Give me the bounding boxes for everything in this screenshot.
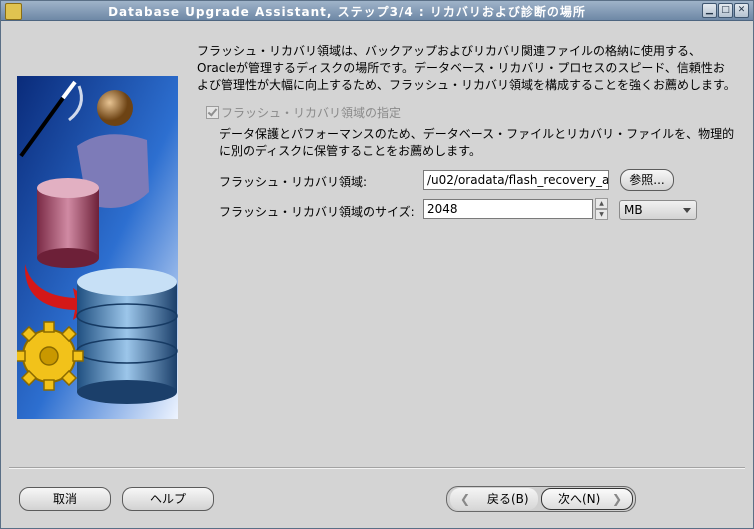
back-button-label: 戻る(B) (487, 492, 529, 506)
intro-text: フラッシュ・リカバリ領域は、バックアップおよびリカバリ関連ファイルの格納に使用す… (197, 43, 747, 94)
flash-size-label: フラッシュ・リカバリ領域のサイズ: (219, 205, 415, 219)
size-unit-select[interactable]: MB (619, 200, 697, 220)
cancel-button[interactable]: 取消 (19, 487, 111, 511)
close-icon[interactable]: ✕ (734, 3, 749, 18)
spin-up-icon[interactable]: ▲ (595, 198, 608, 209)
chevron-left-icon: ❮ (460, 492, 471, 506)
desc-line: データ保護とパフォーマンスのため、データベース・ファイルとリカバリ・ファイルを、… (219, 127, 735, 141)
intro-line: Oracleが管理するディスクの場所です。データベース・リカバリ・プロセスのスピ… (197, 61, 725, 75)
flash-area-label: フラッシュ・リカバリ領域: (219, 175, 368, 189)
checkbox-check-icon[interactable] (206, 106, 219, 119)
browse-button[interactable]: 参照... (620, 169, 674, 191)
navigation-button-group: ❮ 戻る(B) 次へ(N) ❯ (446, 486, 636, 512)
chevron-right-icon: ❯ (611, 492, 622, 506)
size-unit-value: MB (624, 203, 643, 217)
back-button[interactable]: ❮ 戻る(B) (450, 488, 538, 510)
database-pink-icon (37, 178, 99, 268)
dropdown-arrow-icon (683, 208, 691, 213)
checkbox-label: フラッシュ・リカバリ領域の指定 (221, 106, 402, 120)
intro-line: フラッシュ・リカバリ領域は、バックアップおよびリカバリ関連ファイルの格納に使用す… (197, 44, 702, 58)
next-button[interactable]: 次へ(N) ❯ (541, 488, 633, 510)
footer-separator (9, 467, 745, 469)
flash-size-input[interactable]: 2048 (423, 199, 593, 219)
window-title: Database Upgrade Assistant, ステップ3/4 : リカ… (108, 5, 586, 19)
database-blue-icon (76, 268, 178, 404)
help-button[interactable]: ヘルプ (122, 487, 214, 511)
desc-line: に別のディスクに保管することをお薦めします。 (219, 144, 481, 158)
dialog-window: Database Upgrade Assistant, ステップ3/4 : リカ… (0, 0, 754, 529)
next-button-label: 次へ(N) (558, 492, 601, 506)
size-spinner[interactable]: ▲ ▼ (595, 198, 608, 220)
intro-line: よび管理性が大幅に向上するため、フラッシュ・リカバリ領域を構成することを強くお薦… (197, 78, 736, 92)
specify-flash-recovery-checkbox[interactable]: フラッシュ・リカバリ領域の指定 (206, 104, 401, 121)
spin-down-icon[interactable]: ▼ (595, 209, 608, 220)
title-bar[interactable]: Database Upgrade Assistant, ステップ3/4 : リカ… (1, 1, 753, 21)
illustration-panel (17, 76, 178, 419)
flash-area-input[interactable]: /u02/oradata/flash_recovery_a (423, 170, 609, 190)
gear-icon (17, 321, 84, 391)
description-text: データ保護とパフォーマンスのため、データベース・ファイルとリカバリ・ファイルを、… (219, 126, 744, 160)
maximize-icon[interactable]: □ (718, 3, 733, 18)
minimize-icon[interactable]: ▁ (702, 3, 717, 18)
